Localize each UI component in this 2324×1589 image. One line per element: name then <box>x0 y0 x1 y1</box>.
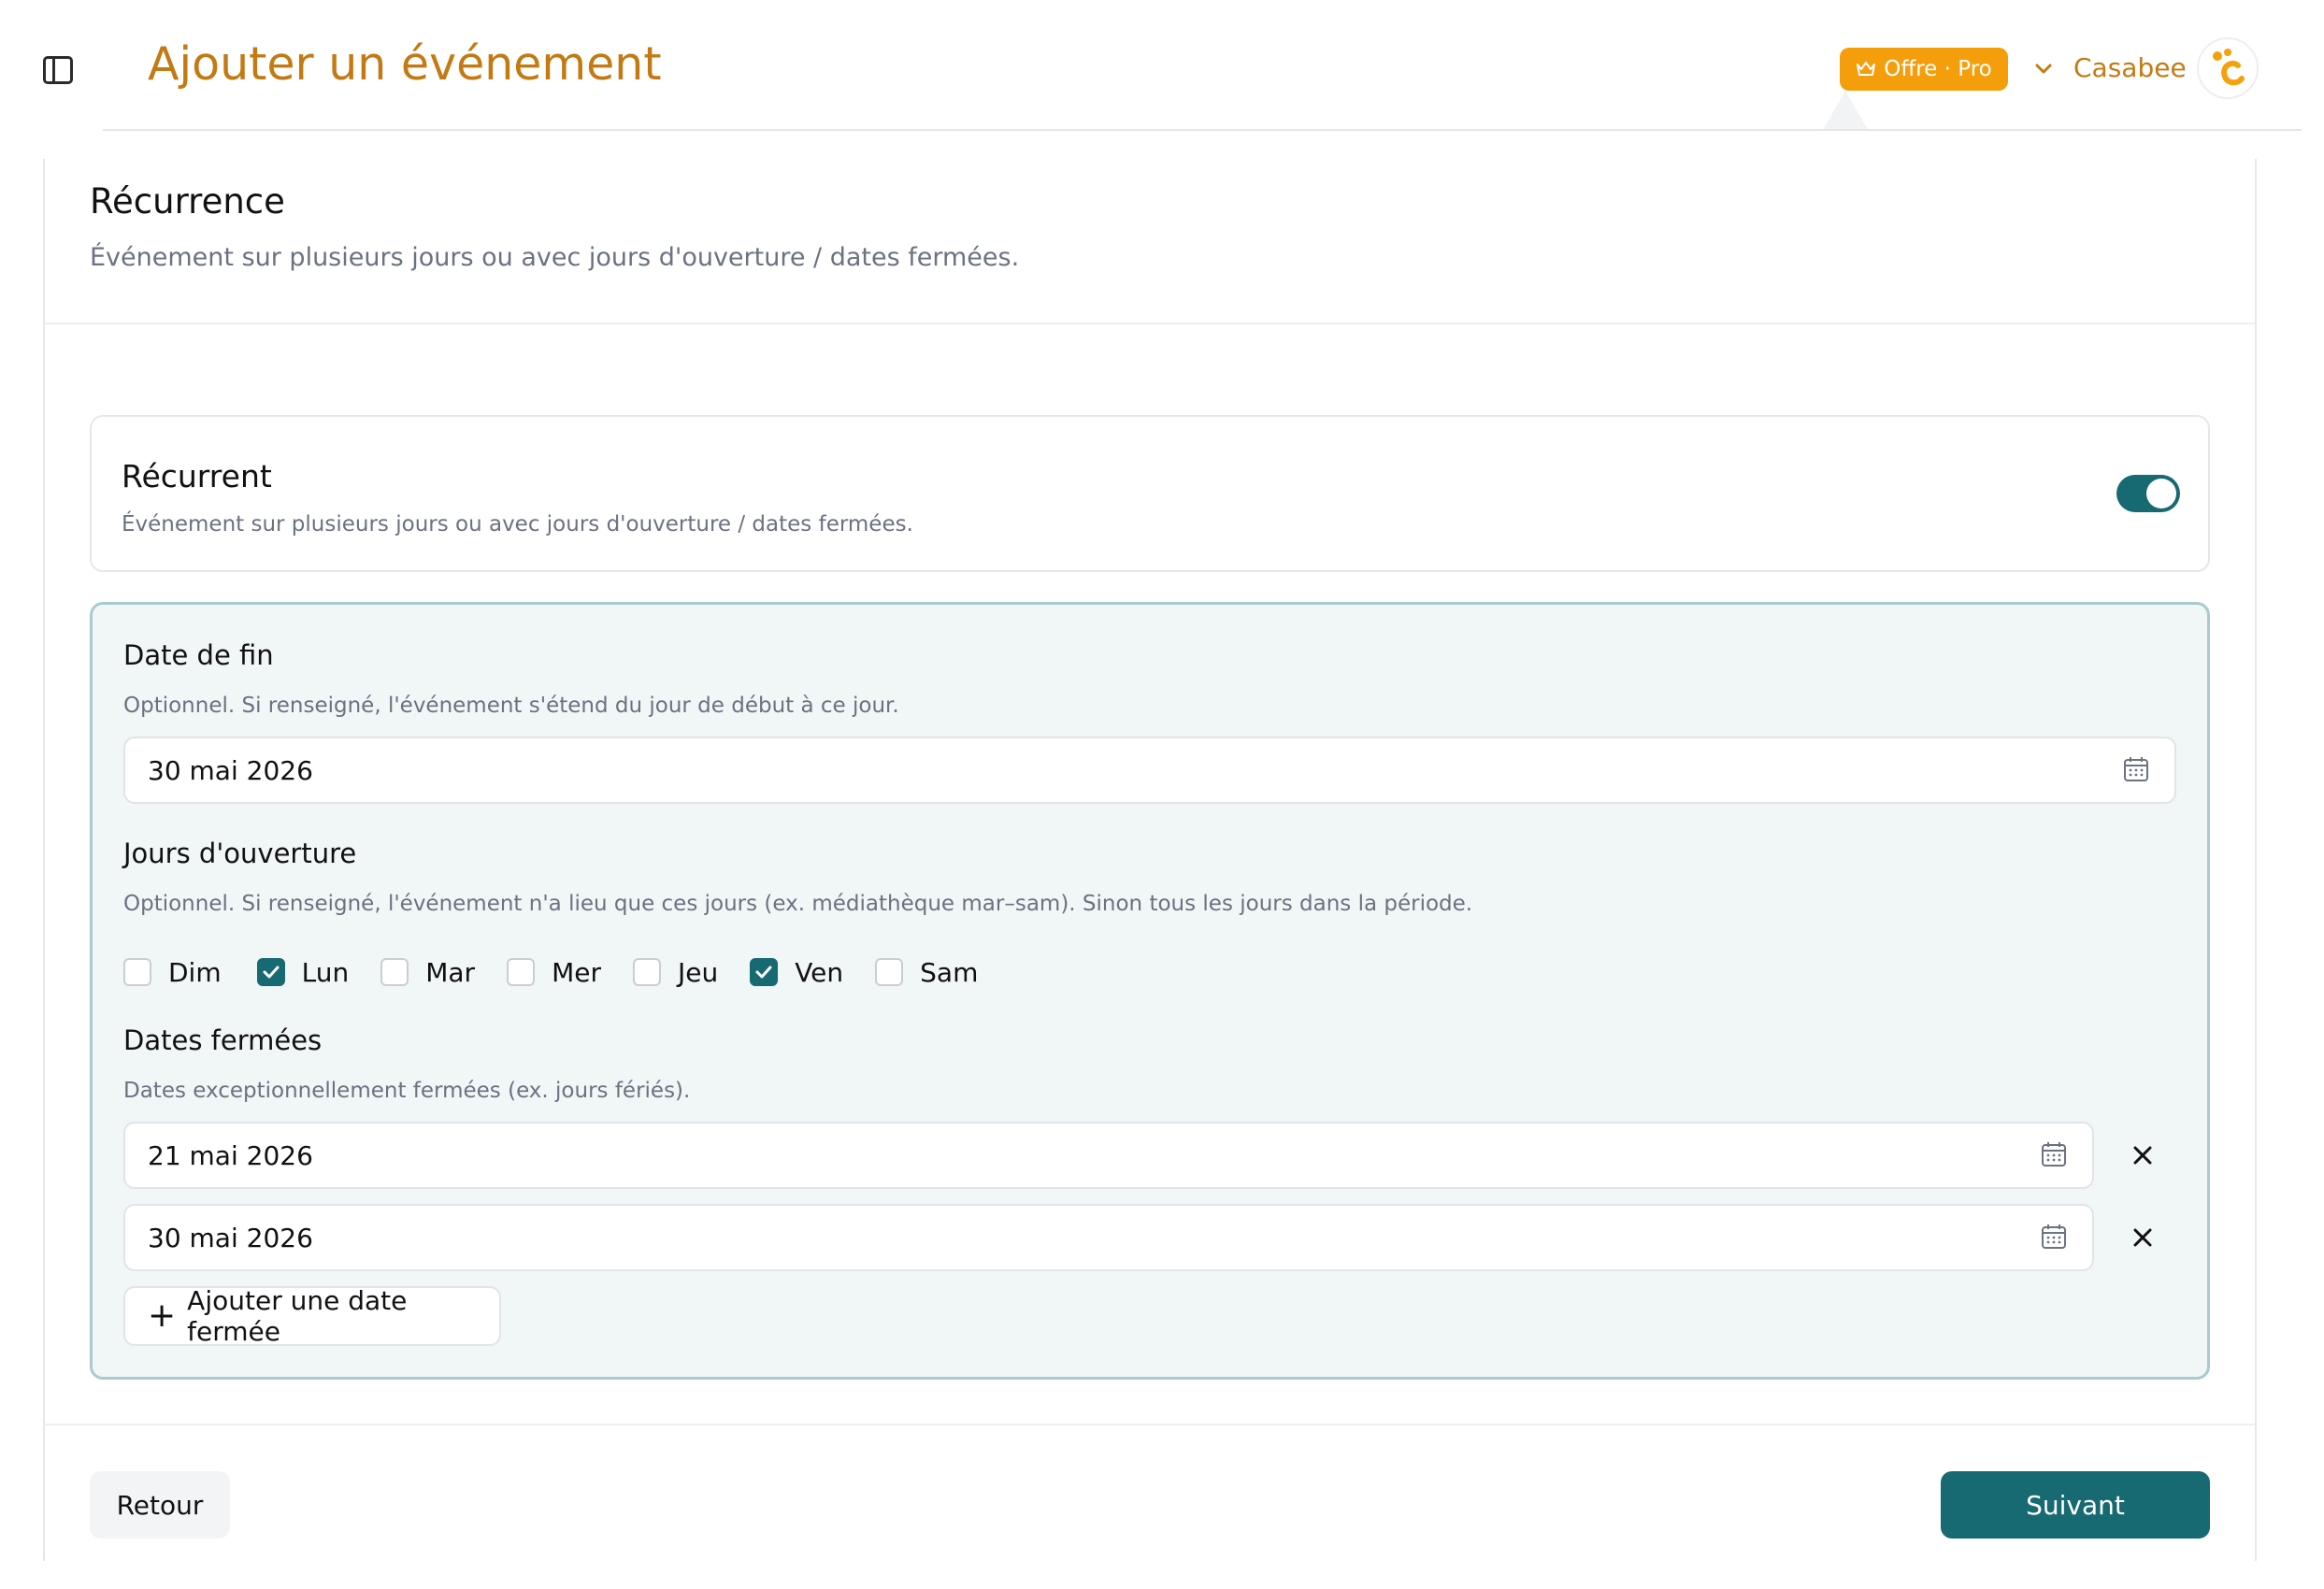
toggle-knob <box>2146 479 2176 508</box>
add-closed-date-label: Ajouter une date fermée <box>187 1285 408 1347</box>
day-checkbox[interactable] <box>632 958 661 986</box>
closed-date-input[interactable]: 21 mai 2026 <box>123 1122 2094 1189</box>
page-title: Ajouter un événement <box>148 37 662 91</box>
close-icon[interactable] <box>2130 1224 2156 1251</box>
sidebar-toggle-icon[interactable] <box>43 56 73 84</box>
day-label: Lun <box>301 956 350 988</box>
open-days-group: Dim Lun Mar Mer Jeu Ven Sam <box>123 953 978 991</box>
day-dim[interactable]: Dim <box>123 957 222 988</box>
recurrent-title: Récurrent <box>122 458 272 494</box>
crown-icon <box>1857 62 1876 76</box>
day-label: Ven <box>795 956 844 988</box>
org-avatar[interactable] <box>2197 37 2259 99</box>
chevron-down-icon[interactable] <box>2030 56 2057 82</box>
day-mer[interactable]: Mer <box>507 957 601 988</box>
day-label: Dim <box>168 956 222 988</box>
day-checkbox[interactable] <box>256 958 285 986</box>
badge-pointer <box>1823 91 1868 130</box>
calendar-icon[interactable] <box>2040 1140 2068 1168</box>
day-checkbox[interactable] <box>750 958 779 986</box>
day-ven[interactable]: Ven <box>750 957 843 988</box>
day-checkbox[interactable] <box>123 958 151 986</box>
day-checkbox[interactable] <box>875 958 904 986</box>
plus-icon: + <box>148 1296 177 1335</box>
calendar-icon[interactable] <box>2122 755 2150 783</box>
day-sam[interactable]: Sam <box>875 957 978 988</box>
open-days-label: Jours d'ouverture <box>123 837 357 869</box>
next-button[interactable]: Suivant <box>1941 1471 2210 1539</box>
recurrent-toggle[interactable] <box>2116 475 2180 512</box>
closed-dates-label: Dates fermées <box>123 1024 323 1056</box>
closed-date-input[interactable]: 30 mai 2026 <box>123 1204 2094 1271</box>
day-mar[interactable]: Mar <box>380 957 475 988</box>
check-icon <box>755 966 772 979</box>
app-header: Ajouter un événement Offre · Pro Casabee <box>0 0 2324 131</box>
end-date-label: Date de fin <box>123 639 274 671</box>
end-date-value: 30 mai 2026 <box>148 754 313 786</box>
day-label: Jeu <box>677 956 719 988</box>
day-label: Mer <box>552 956 601 988</box>
closed-date-value: 30 mai 2026 <box>148 1222 313 1253</box>
add-closed-date-button[interactable]: + Ajouter une date fermée <box>123 1285 501 1347</box>
end-date-help: Optionnel. Si renseigné, l'événement s'é… <box>123 694 899 718</box>
close-icon[interactable] <box>2130 1142 2156 1168</box>
offer-badge[interactable]: Offre · Pro <box>1840 48 2008 91</box>
calendar-icon[interactable] <box>2040 1223 2068 1251</box>
org-name[interactable]: Casabee <box>2073 52 2187 83</box>
day-label: Mar <box>425 956 476 988</box>
day-lun[interactable]: Lun <box>256 956 350 988</box>
header-divider <box>103 129 2302 131</box>
closed-dates-help: Dates exceptionnellement fermées (ex. jo… <box>123 1079 691 1103</box>
footer-divider <box>45 1424 2255 1425</box>
recurrent-card <box>90 415 2210 572</box>
section-description: Événement sur plusieurs jours ou avec jo… <box>90 243 1020 272</box>
section-divider <box>45 322 2255 324</box>
section-title: Récurrence <box>90 181 285 222</box>
offer-badge-label: Offre · Pro <box>1884 57 1992 81</box>
day-jeu[interactable]: Jeu <box>632 956 719 988</box>
end-date-input[interactable]: 30 mai 2026 <box>123 737 2176 804</box>
back-button[interactable]: Retour <box>90 1471 230 1539</box>
day-checkbox[interactable] <box>507 958 536 986</box>
day-label: Sam <box>920 956 979 988</box>
casabee-logo-icon <box>2213 49 2245 86</box>
open-days-help: Optionnel. Si renseigné, l'événement n'a… <box>123 892 1473 916</box>
closed-date-value: 21 mai 2026 <box>148 1139 313 1171</box>
day-checkbox[interactable] <box>380 958 409 986</box>
recurrent-description: Événement sur plusieurs jours ou avec jo… <box>122 512 913 537</box>
check-icon <box>263 966 280 979</box>
